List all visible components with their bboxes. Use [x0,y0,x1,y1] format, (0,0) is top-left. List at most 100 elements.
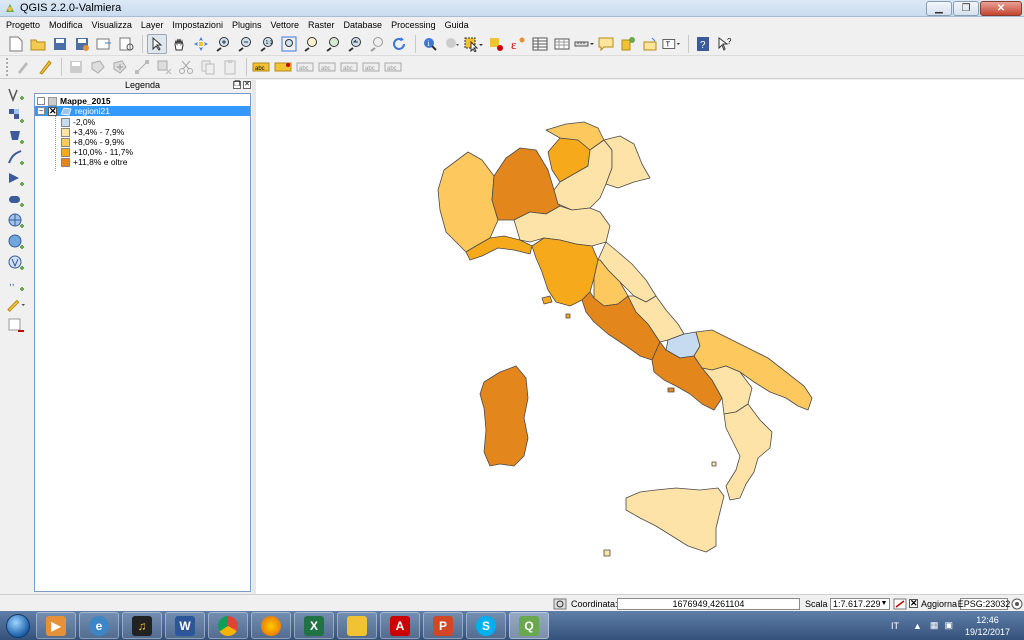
zoom-last-icon[interactable] [345,34,365,54]
add-oracle-layer-icon[interactable] [6,190,26,210]
field-calculator-icon[interactable]: ε [508,34,528,54]
language-indicator[interactable]: IT [891,621,899,631]
deselect-icon[interactable] [486,34,506,54]
show-hide-label-icon[interactable]: abc [383,57,403,77]
taskbar-explorer[interactable] [337,612,377,639]
highlight-labels-icon[interactable]: abc [295,57,315,77]
crs-button[interactable]: EPSG:23032 [958,597,1010,610]
attribute-table-icon[interactable] [530,34,550,54]
layer-checkbox[interactable]: ✕ [48,106,57,116]
close-button[interactable]: ✕ [980,1,1022,16]
menu-database[interactable]: Database [344,20,383,30]
display-icon[interactable]: ▣ [944,620,953,631]
node-tool-icon[interactable] [132,57,152,77]
cut-features-icon[interactable] [176,57,196,77]
save-project-icon[interactable] [50,34,70,54]
change-label-icon[interactable]: abc [361,57,381,77]
coordinate-field[interactable]: 1676949,4261104 [617,597,800,610]
legend-layer-row[interactable]: − ✕ regioni21 [35,106,250,116]
add-raster-layer-icon[interactable] [6,106,26,126]
pan-map-icon[interactable] [169,34,189,54]
open-project-icon[interactable] [28,34,48,54]
float-panel-icon[interactable]: ❐ [233,81,241,89]
measure-dropdown-icon[interactable] [442,34,462,54]
delete-selected-icon[interactable] [154,57,174,77]
composer-manager-icon[interactable] [116,34,136,54]
add-vector-layer-icon[interactable] [6,85,26,105]
rotate-label-icon[interactable]: abc [339,57,359,77]
label-tool-icon[interactable]: abc [251,57,271,77]
measure-line-icon[interactable] [574,34,594,54]
statistics-icon[interactable] [552,34,572,54]
italy-regions-map[interactable] [256,80,1024,594]
add-feature-icon[interactable] [88,57,108,77]
show-bookmarks-icon[interactable] [640,34,660,54]
menu-vettore[interactable]: Vettore [270,20,299,30]
pin-labels-icon[interactable] [273,57,293,77]
pan-to-selection-icon[interactable] [191,34,211,54]
add-wms-layer-icon[interactable] [6,211,26,231]
copy-features-icon[interactable] [198,57,218,77]
new-bookmark-icon[interactable] [618,34,638,54]
menu-modifica[interactable]: Modifica [49,20,83,30]
zoom-next-icon[interactable] [367,34,387,54]
add-delimited-text-icon[interactable]: ,, [6,274,26,294]
current-edits-icon[interactable] [13,57,33,77]
map-tips-icon[interactable] [596,34,616,54]
taskbar-acrobat[interactable]: A [380,612,420,639]
add-wcs-layer-icon[interactable] [6,232,26,252]
remove-layer-icon[interactable] [6,316,26,336]
map-canvas[interactable] [256,80,1024,594]
render-toggle-icon[interactable] [893,597,907,610]
help-icon[interactable]: ? [693,34,713,54]
menu-progetto[interactable]: Progetto [6,20,40,30]
zoom-full-icon[interactable] [279,34,299,54]
menu-layer[interactable]: Layer [141,20,164,30]
zoom-to-layer-icon[interactable] [323,34,343,54]
select-dropdown-icon[interactable] [464,34,484,54]
group-checkbox[interactable] [37,97,45,105]
new-shapefile-icon[interactable] [6,295,26,315]
taskbar-audio-app[interactable]: ♫ [122,612,162,639]
add-spatialite-layer-icon[interactable] [6,148,26,168]
paste-features-icon[interactable] [220,57,240,77]
taskbar-powerpoint[interactable]: P [423,612,463,639]
taskbar-internet-explorer[interactable]: e [79,612,119,639]
zoom-out-icon[interactable] [235,34,255,54]
restore-button[interactable]: ❐ [953,1,979,16]
taskbar-excel[interactable]: X [294,612,334,639]
add-mssql-layer-icon[interactable] [6,169,26,189]
collapse-icon[interactable]: − [37,107,45,115]
zoom-actual-size-icon[interactable]: 1:1 [257,34,277,54]
tray-arrow-icon[interactable]: ▲ [913,621,922,631]
whats-this-icon[interactable]: ? [715,34,735,54]
menu-visualizza[interactable]: Visualizza [92,20,132,30]
scale-combobox[interactable]: 1:7.617.229 ▼ [830,597,890,610]
messages-icon[interactable] [1011,597,1023,610]
zoom-in-icon[interactable] [213,34,233,54]
taskbar-qgis[interactable]: Q [509,612,549,639]
new-print-composer-icon[interactable] [94,34,114,54]
select-feature-icon[interactable] [147,33,167,54]
add-postgis-layer-icon[interactable] [6,127,26,147]
move-feature-icon[interactable] [110,57,130,77]
new-project-icon[interactable] [6,34,26,54]
save-edits-icon[interactable] [66,57,86,77]
coordinate-toggle-icon[interactable] [553,597,567,610]
toggle-editing-icon[interactable] [35,57,55,77]
menu-impostazioni[interactable]: Impostazioni [172,20,223,30]
identify-icon[interactable]: i [420,34,440,54]
refresh-icon[interactable] [389,34,409,54]
menu-guida[interactable]: Guida [445,20,469,30]
network-icon[interactable]: ▦ [930,620,939,631]
menu-processing[interactable]: Processing [391,20,436,30]
text-annotation-icon[interactable]: T [662,34,682,54]
minimize-button[interactable]: ▁ [926,1,952,16]
refresh-checkbox[interactable]: ✕ Aggiorna [909,597,957,610]
clock[interactable]: 12:46 19/12/2017 [965,614,1010,638]
taskbar-skype[interactable]: S [466,612,506,639]
menu-raster[interactable]: Raster [308,20,335,30]
save-as-icon[interactable] [72,34,92,54]
taskbar-word[interactable]: W [165,612,205,639]
add-wfs-layer-icon[interactable] [6,253,26,273]
